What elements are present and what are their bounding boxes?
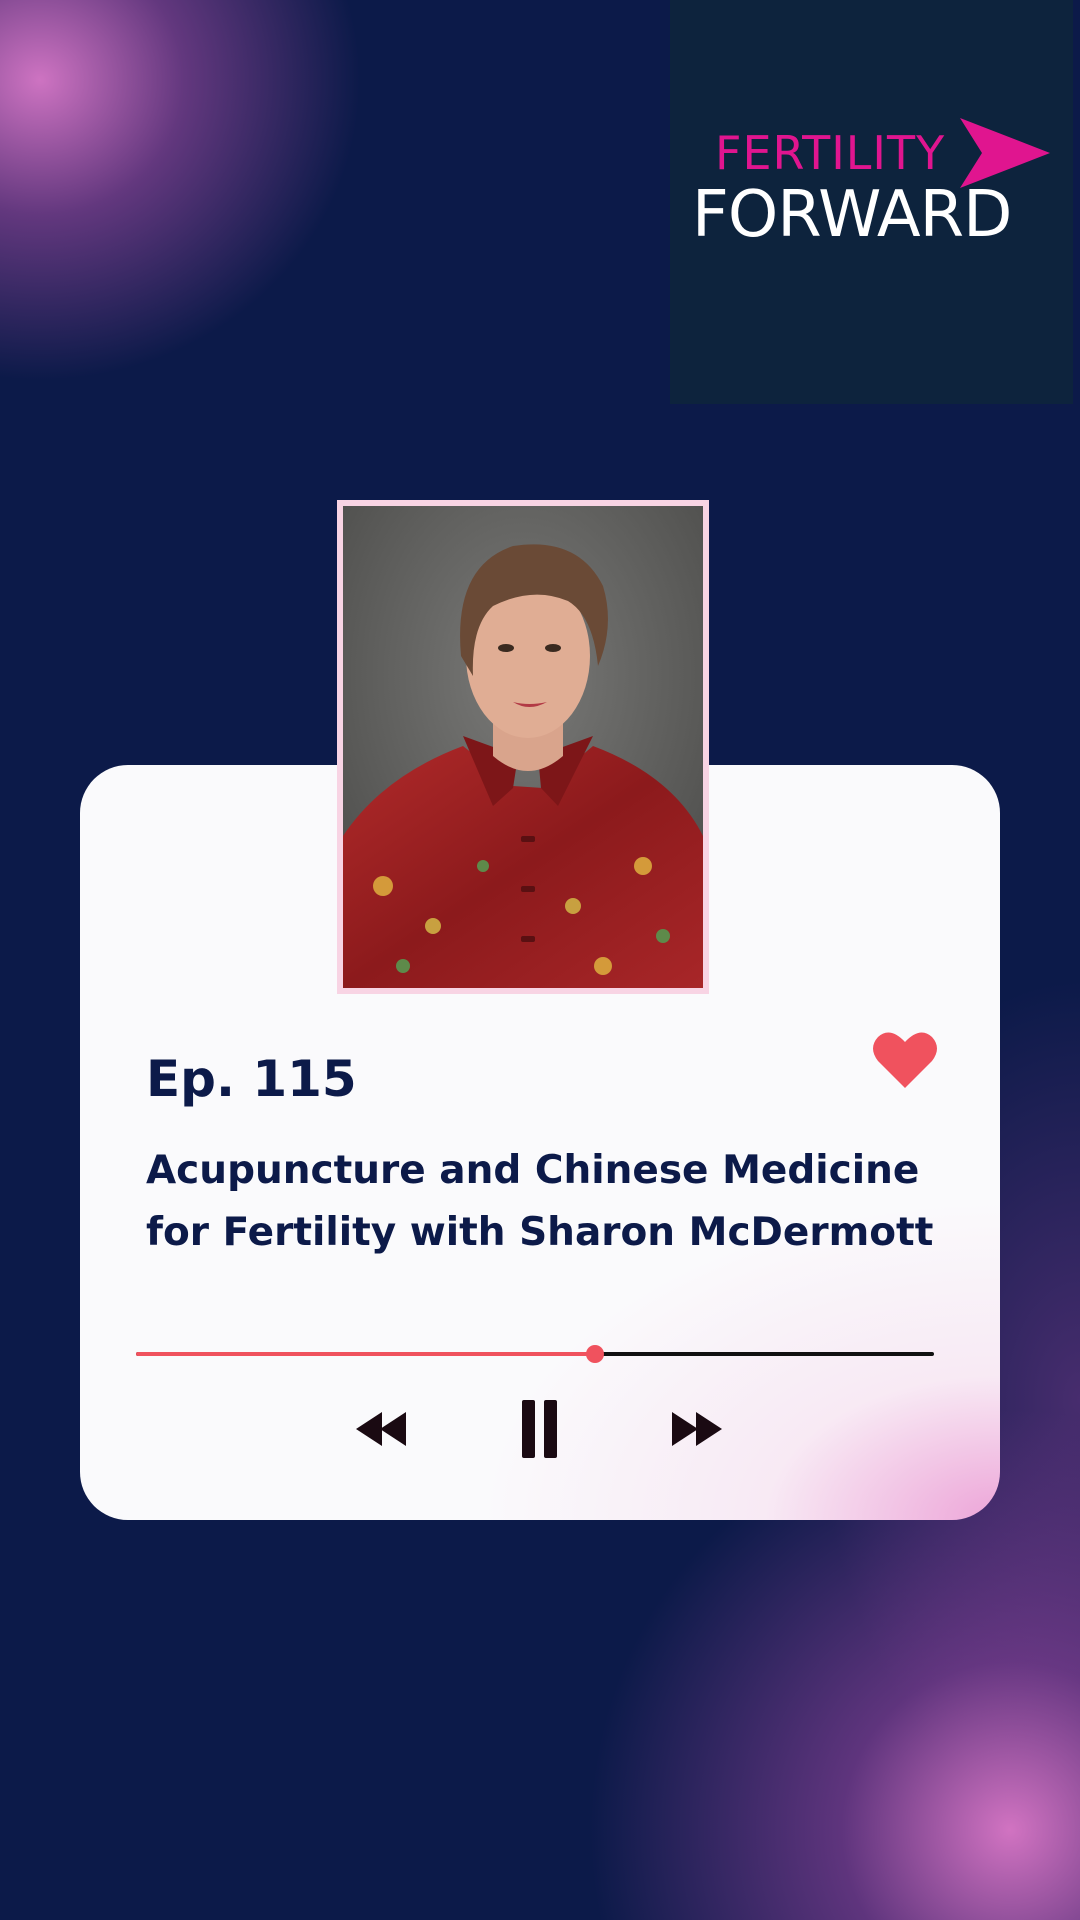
progress-bar[interactable] [136,1344,934,1364]
guest-photo-frame [337,500,709,994]
logo-line-fertility: FERTILITY [715,126,946,180]
rewind-icon[interactable] [356,1412,408,1446]
episode-title: Acupuncture and Chinese Medicine for Fer… [146,1148,934,1255]
pause-icon[interactable] [522,1400,558,1458]
guest-photo [343,506,703,988]
progress-knob[interactable] [585,1345,604,1363]
podcast-logo: FERTILITY FORWARD [670,0,1073,404]
episode-number: Ep. 115 [146,1050,357,1108]
fast-forward-icon[interactable] [670,1412,722,1446]
progress-fill [136,1352,595,1356]
logo-line-forward: FORWARD [692,178,1012,252]
heart-icon[interactable] [872,1028,938,1090]
